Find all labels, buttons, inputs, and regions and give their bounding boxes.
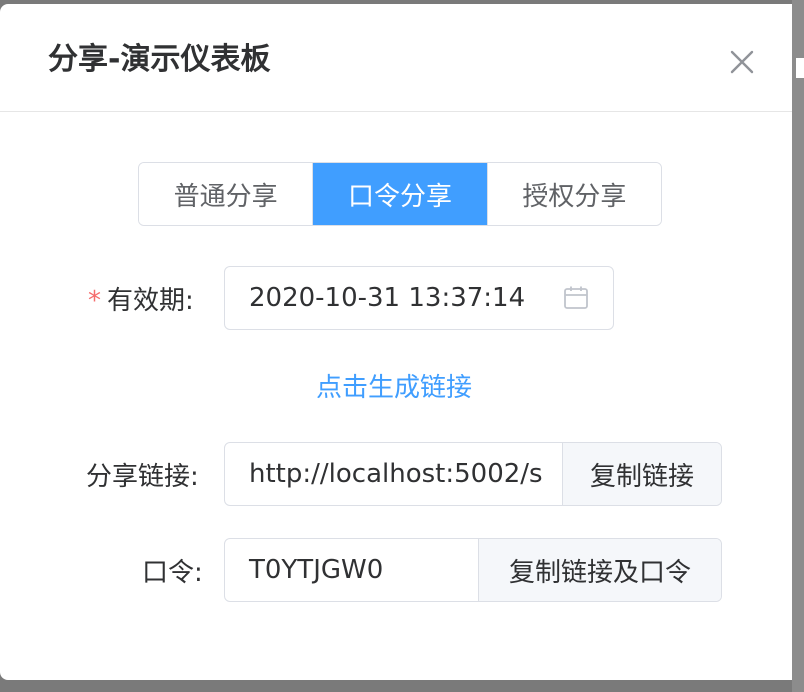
share-dialog: 分享-演示仪表板 普通分享 口令分享 授权分享 * 有效期: 2020-10-31… <box>0 4 792 680</box>
share-link-label: 分享链接: <box>86 462 199 492</box>
share-link-input-group: http://localhost:5002/s 复制链接 <box>224 442 722 506</box>
password-input[interactable]: T0YTJGW0 <box>225 555 478 585</box>
close-icon[interactable] <box>724 44 760 80</box>
expiry-value: 2020-10-31 13:37:14 <box>249 283 526 313</box>
background-page-edge <box>796 58 804 78</box>
tab-normal-share[interactable]: 普通分享 <box>139 163 313 225</box>
copy-link-button[interactable]: 复制链接 <box>562 443 721 505</box>
password-input-group: T0YTJGW0 复制链接及口令 <box>224 538 722 602</box>
copy-link-and-password-button[interactable]: 复制链接及口令 <box>478 539 721 601</box>
expiry-datetime-input[interactable]: 2020-10-31 13:37:14 <box>224 266 614 330</box>
calendar-icon[interactable] <box>563 285 589 311</box>
dialog-title: 分享-演示仪表板 <box>48 42 271 77</box>
dialog-header: 分享-演示仪表板 <box>0 4 792 112</box>
share-link-input[interactable]: http://localhost:5002/s <box>225 459 562 489</box>
password-label: 口令: <box>142 558 203 588</box>
generate-link-button[interactable]: 点击生成链接 <box>316 370 472 406</box>
tab-authorized-share[interactable]: 授权分享 <box>486 163 661 225</box>
share-type-tabs: 普通分享 口令分享 授权分享 <box>138 162 662 226</box>
tab-password-share[interactable]: 口令分享 <box>312 163 487 225</box>
required-mark: * <box>88 286 101 316</box>
expiry-label-text: 有效期: <box>107 286 194 316</box>
expiry-label: * 有效期: <box>88 284 194 318</box>
modal-backdrop <box>792 0 804 692</box>
